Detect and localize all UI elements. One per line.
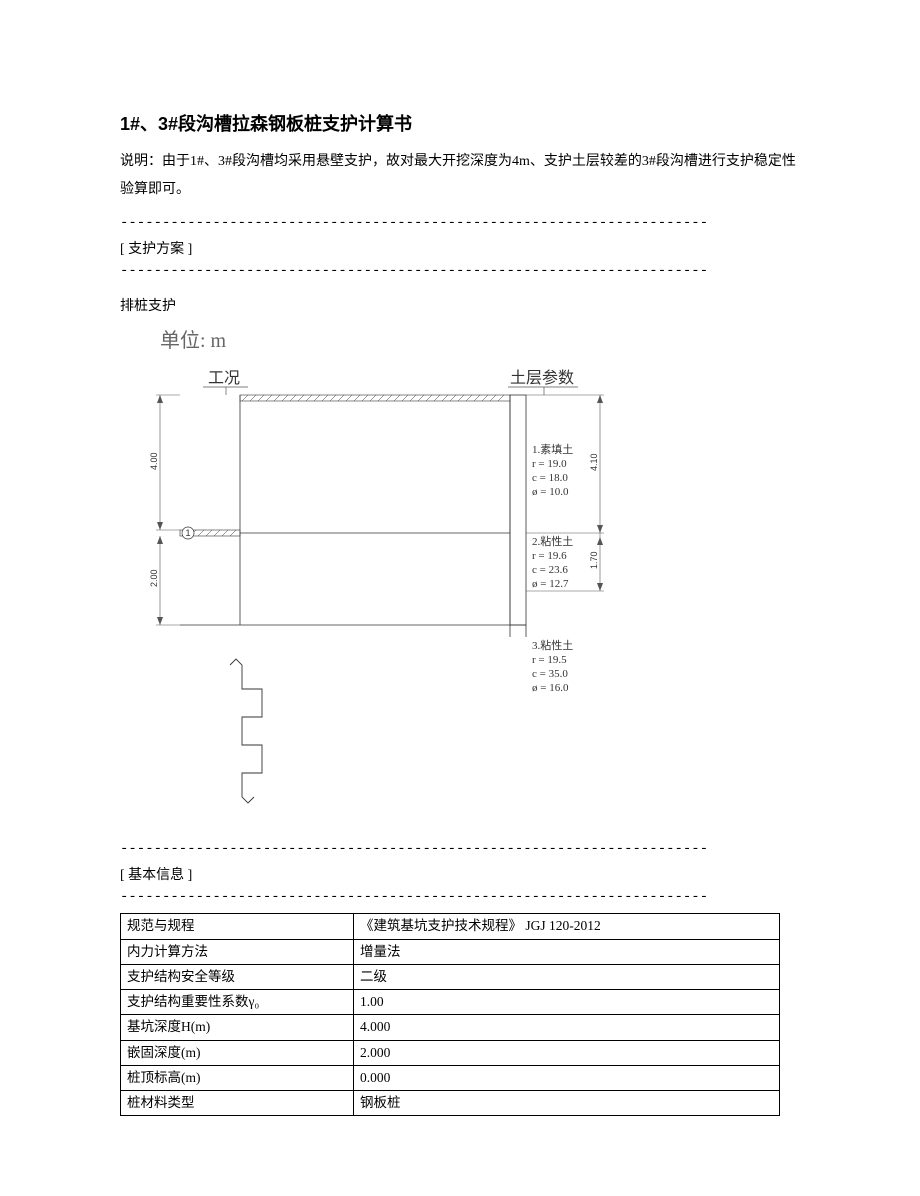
- description-text: 说明：由于1#、3#段沟槽均采用悬壁支护，故对最大开挖深度为4m、支护土层较差的…: [120, 148, 800, 204]
- info-label: 桩材料类型: [121, 1091, 354, 1116]
- table-row: 桩顶标高(m) 0.000: [121, 1065, 780, 1090]
- info-value: 4.000: [354, 1015, 780, 1040]
- layer1-r: r = 19.0: [532, 458, 567, 470]
- layer3-name: 3.粘性土: [532, 638, 573, 652]
- info-label: 基坑深度H(m): [121, 1015, 354, 1040]
- unit-label: 单位: m: [160, 329, 227, 352]
- left-axis-title: 工况: [208, 370, 240, 387]
- divider: ----------------------------------------…: [120, 840, 800, 860]
- info-label: 内力计算方法: [121, 939, 354, 964]
- layer3-phi: ø = 16.0: [532, 682, 569, 694]
- table-row: 规范与规程 《建筑基坑支护技术规程》 JGJ 120-2012: [121, 914, 780, 939]
- info-value: 钢板桩: [354, 1091, 780, 1116]
- table-row: 支护结构重要性系数γ₀ 1.00: [121, 990, 780, 1015]
- table-row: 内力计算方法 增量法: [121, 939, 780, 964]
- layer3-r: r = 19.5: [532, 654, 567, 666]
- divider: ----------------------------------------…: [120, 262, 800, 282]
- section-support-scheme: [ 支护方案 ]: [120, 238, 800, 258]
- info-label: 嵌固深度(m): [121, 1040, 354, 1065]
- dim-left-upper: 4.00: [149, 453, 159, 471]
- dim-right-lower: 1.70: [589, 552, 599, 570]
- page-title: 1#、3#段沟槽拉森钢板桩支护计算书: [120, 110, 800, 136]
- info-value: 增量法: [354, 939, 780, 964]
- info-label: 规范与规程: [121, 914, 354, 939]
- table-row: 支护结构安全等级 二级: [121, 964, 780, 989]
- basic-info-table: 规范与规程 《建筑基坑支护技术规程》 JGJ 120-2012 内力计算方法 增…: [120, 913, 780, 1116]
- divider: ----------------------------------------…: [120, 214, 800, 234]
- layer1-phi: ø = 10.0: [532, 486, 569, 498]
- info-label: 支护结构重要性系数γ₀: [121, 990, 354, 1015]
- stage-number: 1: [186, 528, 191, 538]
- info-value: 1.00: [354, 990, 780, 1015]
- layer1-c: c = 18.0: [532, 472, 568, 484]
- layer2-name: 2.粘性土: [532, 534, 573, 548]
- layer1-name: 1.素填土: [532, 442, 573, 456]
- layer2-r: r = 19.6: [532, 550, 567, 562]
- layer2-phi: ø = 12.7: [532, 578, 569, 590]
- table-row: 基坑深度H(m) 4.000: [121, 1015, 780, 1040]
- layer2-c: c = 23.6: [532, 564, 568, 576]
- pile-support-label: 排桩支护: [120, 295, 800, 315]
- dim-left-lower: 2.00: [149, 570, 159, 588]
- sheet-pile-icon: [230, 659, 262, 803]
- layer3-c: c = 35.0: [532, 668, 568, 680]
- right-axis-title: 土层参数: [510, 369, 574, 387]
- info-label: 支护结构安全等级: [121, 964, 354, 989]
- section-basic-info: [ 基本信息 ]: [120, 864, 800, 884]
- info-label: 桩顶标高(m): [121, 1065, 354, 1090]
- table-row: 桩材料类型 钢板桩: [121, 1091, 780, 1116]
- info-value: 2.000: [354, 1040, 780, 1065]
- info-value: 《建筑基坑支护技术规程》 JGJ 120-2012: [354, 914, 780, 939]
- support-diagram: 单位: m 工况 土层参数: [130, 325, 800, 820]
- divider: ----------------------------------------…: [120, 888, 800, 908]
- info-value: 二级: [354, 964, 780, 989]
- info-value: 0.000: [354, 1065, 780, 1090]
- table-row: 嵌固深度(m) 2.000: [121, 1040, 780, 1065]
- dim-right-upper: 4.10: [589, 454, 599, 472]
